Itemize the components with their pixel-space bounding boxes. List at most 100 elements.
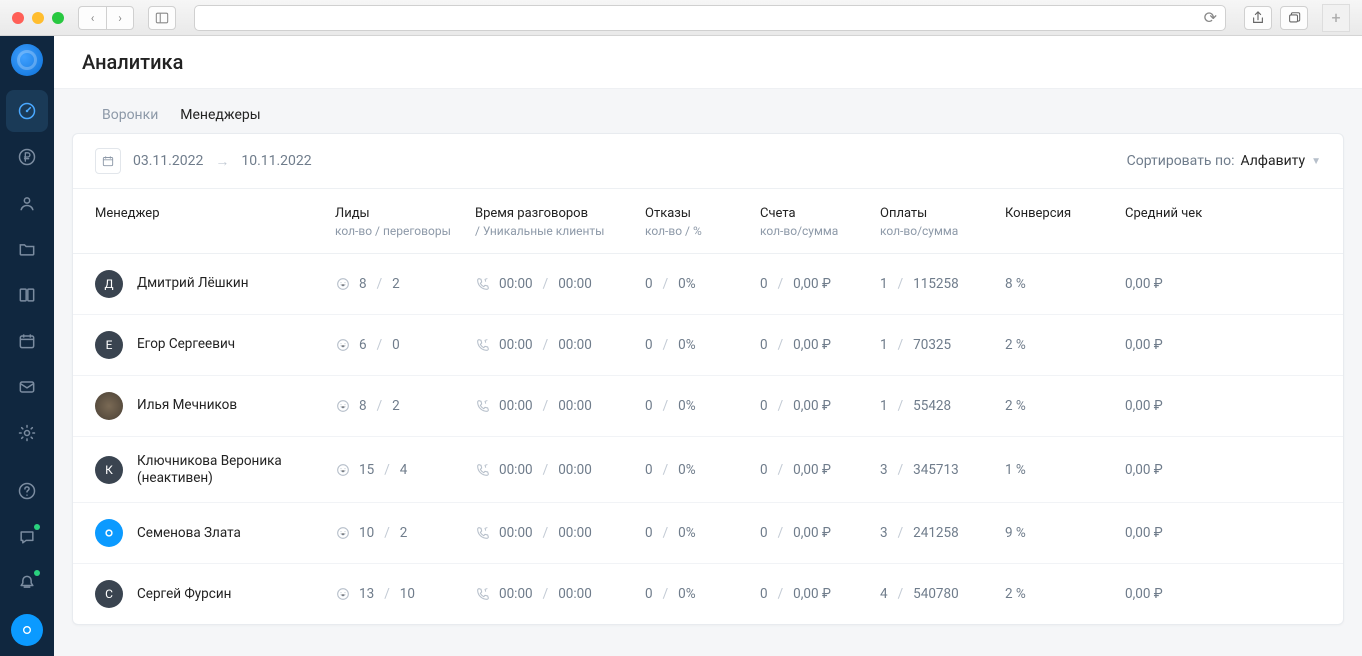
phone-icon <box>475 276 491 292</box>
notification-dot <box>34 524 40 530</box>
avgcheck-cell: 0,00 ₽ <box>1125 276 1225 292</box>
headset-icon <box>19 622 35 638</box>
minimize-window-icon[interactable] <box>32 12 44 24</box>
lead-icon <box>335 586 351 602</box>
lead-icon <box>335 462 351 478</box>
leads-cell: 6/0 <box>335 337 475 353</box>
arrow-right-icon: → <box>215 153 229 170</box>
page-title: Аналитика <box>54 36 1362 89</box>
sidebar-item-support[interactable] <box>11 614 43 646</box>
payments-cell: 1/70325 <box>880 337 1005 353</box>
refusals-cell: 0/0% <box>645 337 760 353</box>
avgcheck-cell: 0,00 ₽ <box>1125 462 1225 478</box>
table-row[interactable]: Илья Мечников 8/2 00:00/00:00 0/0% 0/0,0… <box>73 376 1343 437</box>
sort-dropdown[interactable]: Сортировать по: Алфавиту ▼ <box>1127 153 1321 169</box>
date-range-picker[interactable]: 03.11.2022 → 10.11.2022 <box>95 148 312 174</box>
avgcheck-cell: 0,00 ₽ <box>1125 337 1225 353</box>
lead-icon <box>335 276 351 292</box>
table-row[interactable]: Е Егор Сергеевич 6/0 00:00/00:00 0/0% 0/… <box>73 315 1343 376</box>
conversion-cell: 2 % <box>1005 337 1125 353</box>
manager-name: Илья Мечников <box>137 397 237 414</box>
table-header: Менеджер Лидыкол-во / переговоры Время р… <box>73 189 1343 254</box>
leads-cell: 15/4 <box>335 462 475 478</box>
payments-cell: 3/241258 <box>880 525 1005 541</box>
calendar-icon <box>17 331 37 351</box>
avatar: С <box>95 580 123 608</box>
tab-funnels[interactable]: Воронки <box>102 107 158 123</box>
tab-managers[interactable]: Менеджеры <box>180 107 260 123</box>
ruble-icon <box>17 147 37 167</box>
manager-cell: Д Дмитрий Лёшкин <box>95 270 335 298</box>
invoices-cell: 0/0,00 ₽ <box>760 276 880 292</box>
sidebar-item-contacts[interactable] <box>6 182 48 224</box>
leads-cell: 10/2 <box>335 525 475 541</box>
sidebar-item-notifications[interactable] <box>6 562 48 604</box>
sidebar-item-calendar[interactable] <box>6 320 48 362</box>
sidebar-item-finance[interactable] <box>6 136 48 178</box>
tabs-button[interactable] <box>1280 6 1308 30</box>
sidebar-item-mail[interactable] <box>6 366 48 408</box>
gear-icon <box>17 423 37 443</box>
reload-icon[interactable]: ⟳ <box>1204 8 1217 27</box>
table-row[interactable]: Д Дмитрий Лёшкин 8/2 00:00/00:00 0/0% 0/… <box>73 254 1343 315</box>
talktime-cell: 00:00/00:00 <box>475 586 645 602</box>
avatar: Е <box>95 331 123 359</box>
new-tab-button[interactable]: + <box>1322 4 1350 32</box>
url-bar[interactable]: ⟳ <box>194 5 1226 31</box>
sidebar-item-dashboard[interactable] <box>6 90 48 132</box>
leads-cell: 13/10 <box>335 586 475 602</box>
talktime-cell: 00:00/00:00 <box>475 398 645 414</box>
managers-table: Менеджер Лидыкол-во / переговоры Время р… <box>73 189 1343 624</box>
back-button[interactable]: ‹ <box>78 6 106 30</box>
conversion-cell: 2 % <box>1005 586 1125 602</box>
refusals-cell: 0/0% <box>645 586 760 602</box>
table-row[interactable]: К Ключникова Вероника (неактивен) 15/4 0… <box>73 437 1343 504</box>
date-to: 10.11.2022 <box>241 153 311 169</box>
app-sidebar <box>0 36 54 656</box>
avatar: К <box>95 456 123 484</box>
manager-cell: Семенова Злата <box>95 519 335 547</box>
avgcheck-cell: 0,00 ₽ <box>1125 586 1225 602</box>
th-refusals: Отказыкол-во / % <box>645 205 760 239</box>
manager-name: Семенова Злата <box>137 525 241 542</box>
lead-icon <box>335 398 351 414</box>
leads-cell: 8/2 <box>335 276 475 292</box>
conversion-cell: 1 % <box>1005 462 1125 478</box>
sidebar-item-deals[interactable] <box>6 228 48 270</box>
sidebar-toggle-button[interactable] <box>148 6 176 30</box>
phone-icon <box>475 586 491 602</box>
table-row[interactable]: Семенова Злата 10/2 00:00/00:00 0/0% 0/0… <box>73 503 1343 564</box>
sidebar-item-help[interactable] <box>6 470 48 512</box>
th-conversion: Конверсия <box>1005 205 1125 239</box>
sidebar-item-chat[interactable] <box>6 516 48 558</box>
manager-name: Дмитрий Лёшкин <box>137 275 248 292</box>
phone-icon <box>475 462 491 478</box>
talktime-cell: 00:00/00:00 <box>475 462 645 478</box>
avgcheck-cell: 0,00 ₽ <box>1125 398 1225 414</box>
mail-icon <box>17 377 37 397</box>
maximize-window-icon[interactable] <box>52 12 64 24</box>
phone-icon <box>475 398 491 414</box>
manager-name: Егор Сергеевич <box>137 336 235 353</box>
manager-cell: Илья Мечников <box>95 392 335 420</box>
share-button[interactable] <box>1244 6 1272 30</box>
window-controls <box>12 12 64 24</box>
manager-cell: Е Егор Сергеевич <box>95 331 335 359</box>
table-row[interactable]: С Сергей Фурсин 13/10 00:00/00:00 0/0% 0… <box>73 564 1343 624</box>
talktime-cell: 00:00/00:00 <box>475 337 645 353</box>
analytics-tabs: Воронки Менеджеры <box>72 89 1344 133</box>
th-leads: Лидыкол-во / переговоры <box>335 205 475 239</box>
forward-button[interactable]: › <box>106 6 134 30</box>
sidebar-item-settings[interactable] <box>6 412 48 454</box>
th-avgcheck: Средний чек <box>1125 205 1225 239</box>
managers-panel: 03.11.2022 → 10.11.2022 Сортировать по: … <box>72 133 1344 625</box>
app-logo[interactable] <box>11 44 43 76</box>
sidebar-item-library[interactable] <box>6 274 48 316</box>
phone-icon <box>475 337 491 353</box>
chat-icon <box>17 527 37 547</box>
payments-cell: 3/345713 <box>880 462 1005 478</box>
user-icon <box>17 193 37 213</box>
close-window-icon[interactable] <box>12 12 24 24</box>
manager-name: Сергей Фурсин <box>137 586 231 603</box>
chevron-down-icon: ▼ <box>1311 156 1321 167</box>
